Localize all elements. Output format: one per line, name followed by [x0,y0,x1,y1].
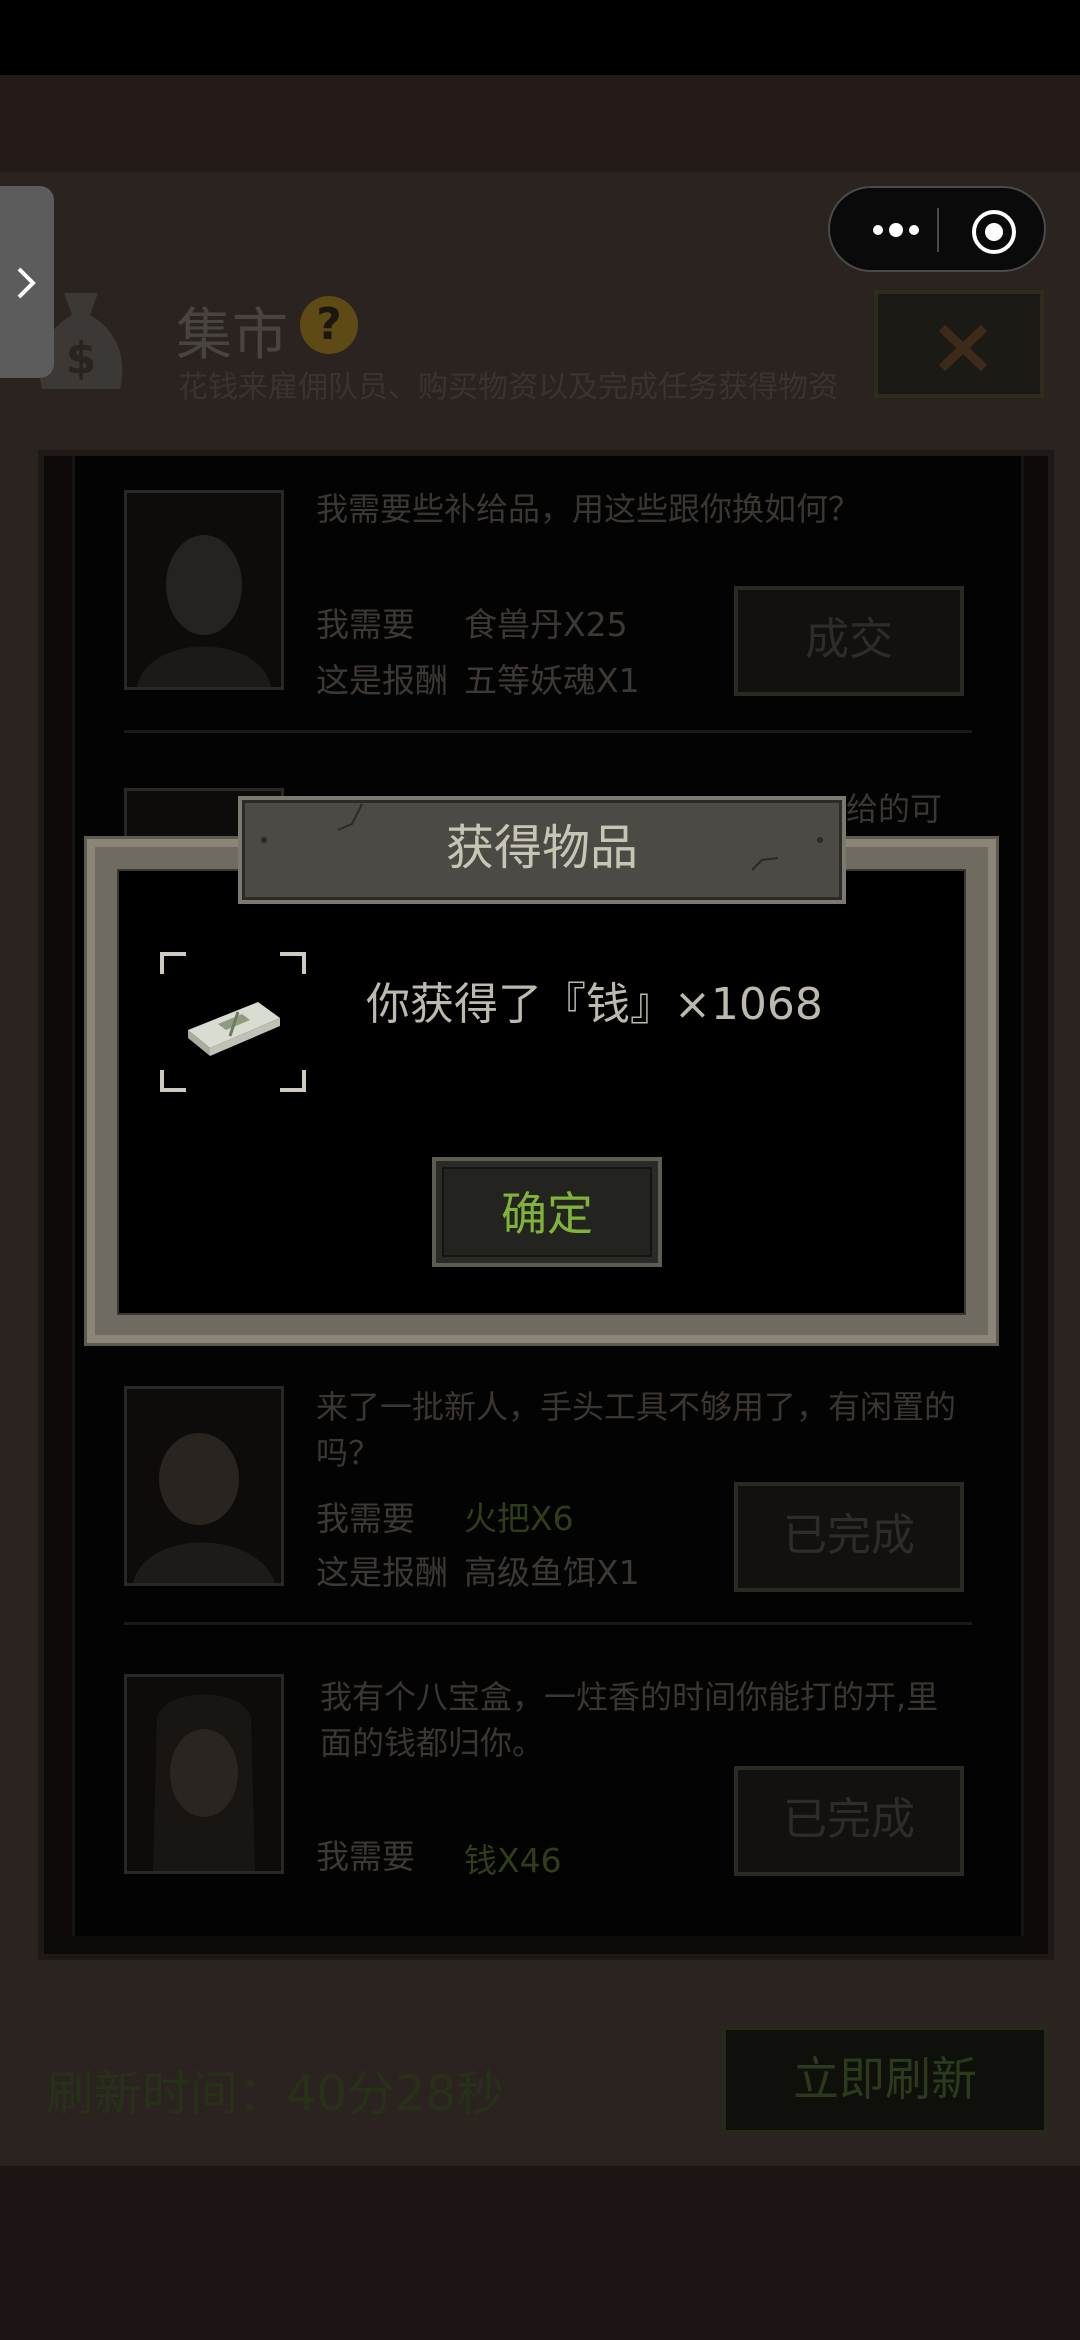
confirm-button-label: 确定 [442,1167,652,1257]
reward-message: 你获得了『钱』×1068 [366,979,823,1030]
completed-button[interactable]: 已完成 [734,1766,964,1876]
page-subtitle: 花钱来雇佣队员、购买物资以及完成任务获得物资 [178,370,838,405]
close-button[interactable] [874,290,1044,398]
trade-message: 我有个八宝盒，一炷香的时间你能打的开,里面的钱都归你。 [320,1678,939,1762]
close-miniprogram-icon[interactable] [970,208,1018,256]
refresh-now-button[interactable]: 立即刷新 [722,2026,1048,2134]
need-label: 我需要 [316,1837,415,1876]
miniprogram-capsule [828,186,1046,272]
bottom-area [0,2166,1080,2340]
reward-value: 高级鱼饵X1 [464,1553,640,1592]
close-icon [938,324,988,372]
deal-button[interactable]: 成交 [734,586,964,696]
dialog-title: 获得物品 [445,820,638,876]
need-label: 我需要 [316,605,415,644]
trade-message-fragment: 给的可 [846,790,943,828]
refresh-timer: 刷新时间：40分28秒 [46,2066,505,2122]
chevron-right-icon [17,267,36,299]
row-divider [124,1622,972,1625]
need-label: 我需要 [316,1499,415,1538]
money-item-icon [160,952,306,1092]
row-divider [124,730,972,733]
trader-portrait [124,1674,284,1874]
side-expand-tab[interactable] [0,186,54,378]
status-bar [0,0,1080,75]
reward-label: 这是报酬 [316,1553,448,1592]
completed-button[interactable]: 已完成 [734,1482,964,1592]
trader-portrait [124,1386,284,1586]
more-icon[interactable] [856,208,936,252]
trader-portrait [124,490,284,690]
need-value: 火把X6 [464,1499,574,1538]
need-value: 钱X46 [464,1841,562,1880]
capsule-divider [937,208,939,252]
svg-text:$: $ [66,333,97,384]
page-title: 集市 [176,303,288,368]
reward-value: 五等妖魂X1 [464,661,640,700]
trade-message: 我需要些补给品，用这些跟你换如何？ [316,490,861,528]
help-icon[interactable]: ? [300,296,358,354]
dialog-title-plate: 获得物品 [238,796,846,904]
confirm-button[interactable]: 确定 [432,1157,662,1267]
reward-label: 这是报酬 [316,661,448,700]
need-value: 食兽丹X25 [464,605,628,644]
trade-message: 来了一批新人，手头工具不够用了，有闲置的吗？ [316,1388,957,1472]
